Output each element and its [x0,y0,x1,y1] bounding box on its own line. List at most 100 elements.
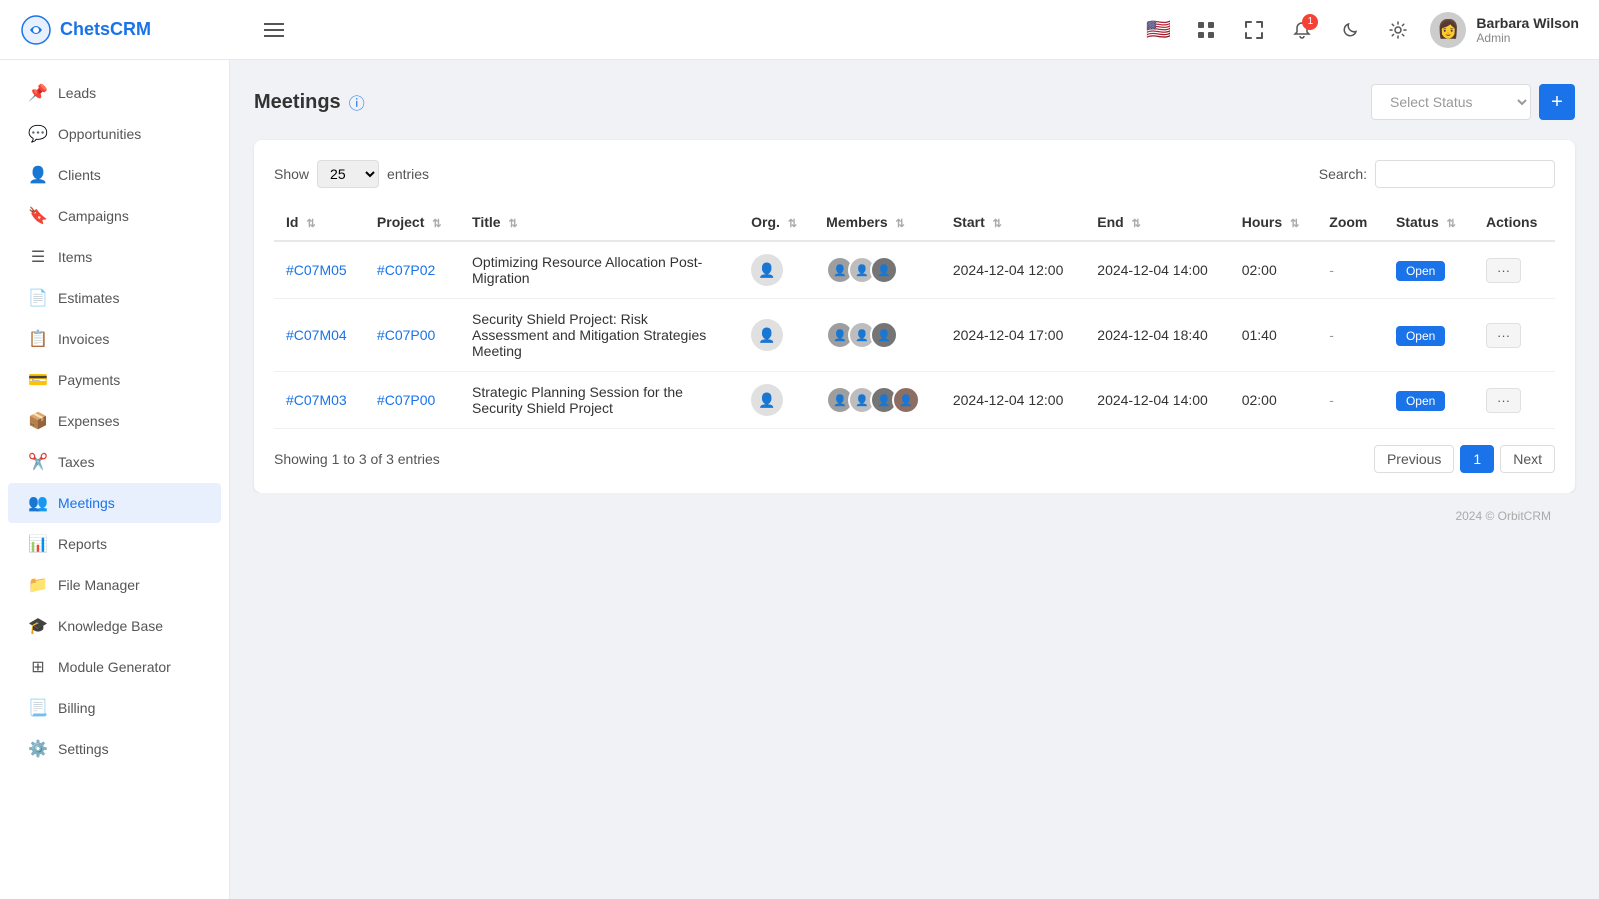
project-link[interactable]: #C07P00 [377,327,435,343]
cell-org: 👤 [739,372,814,429]
search-input[interactable] [1375,160,1555,188]
member-avatar: 👤 [870,256,898,284]
meetings-table: Id ⇅Project ⇅Title ⇅Org. ⇅Members ⇅Start… [274,204,1555,429]
sidebar: 📌Leads💬Opportunities👤Clients🔖Campaigns☰I… [0,60,230,899]
cell-project: #C07P02 [365,241,460,299]
sidebar-item-taxes[interactable]: ✂️Taxes [8,442,221,482]
settings-icon[interactable] [1382,14,1414,46]
col-members[interactable]: Members ⇅ [814,204,941,241]
action-button[interactable]: ··· [1486,388,1521,413]
meetings-card: Show 102550100 entries Search: Id ⇅Proje… [254,140,1575,493]
main-layout: 📌Leads💬Opportunities👤Clients🔖Campaigns☰I… [0,60,1599,899]
cell-project: #C07P00 [365,372,460,429]
col-start[interactable]: Start ⇅ [941,204,1085,241]
clients-icon: 👤 [28,165,48,185]
project-link[interactable]: #C07P00 [377,392,435,408]
sidebar-item-leads[interactable]: 📌Leads [8,73,221,113]
hamburger-menu[interactable] [260,19,288,41]
billing-icon: 📃 [28,698,48,718]
apps-icon[interactable] [1190,14,1222,46]
cell-start: 2024-12-04 12:00 [941,241,1085,299]
sidebar-item-file-manager[interactable]: 📁File Manager [8,565,221,605]
col-id[interactable]: Id ⇅ [274,204,365,241]
info-icon[interactable]: ⓘ [349,90,365,114]
meeting-id-link[interactable]: #C07M03 [286,392,347,408]
logo-icon [20,14,52,46]
sort-icon-id: ⇅ [306,218,315,230]
col-project[interactable]: Project ⇅ [365,204,460,241]
app-logo[interactable]: ChetsCRM [20,14,240,46]
col-title[interactable]: Title ⇅ [460,204,739,241]
sidebar-label-invoices: Invoices [58,331,109,347]
col-status[interactable]: Status ⇅ [1384,204,1474,241]
table-controls: Show 102550100 entries Search: [274,160,1555,188]
sidebar-item-settings[interactable]: ⚙️Settings [8,729,221,769]
sidebar-item-reports[interactable]: 📊Reports [8,524,221,564]
sidebar-item-clients[interactable]: 👤Clients [8,155,221,195]
fullscreen-icon[interactable] [1238,14,1270,46]
col-end[interactable]: End ⇅ [1085,204,1229,241]
cell-hours: 02:00 [1230,372,1318,429]
cell-project: #C07P00 [365,299,460,372]
cell-actions: ··· [1474,241,1555,299]
add-meeting-button[interactable]: + [1539,84,1575,120]
footer: 2024 © OrbitCRM [254,493,1575,539]
sidebar-item-meetings[interactable]: 👥Meetings [8,483,221,523]
sidebar-item-module-generator[interactable]: ⊞Module Generator [8,647,221,687]
org-avatar: 👤 [751,384,783,416]
sidebar-item-campaigns[interactable]: 🔖Campaigns [8,196,221,236]
col-actions: Actions [1474,204,1555,241]
theme-toggle-icon[interactable] [1334,14,1366,46]
user-profile[interactable]: 👩 Barbara Wilson Admin [1430,12,1579,48]
cell-id: #C07M03 [274,372,365,429]
sidebar-item-invoices[interactable]: 📋Invoices [8,319,221,359]
sidebar-label-billing: Billing [58,700,95,716]
cell-end: 2024-12-04 14:00 [1085,241,1229,299]
file-manager-icon: 📁 [28,575,48,595]
sidebar-item-billing[interactable]: 📃 Billing [8,688,221,728]
sidebar-item-items[interactable]: ☰Items [8,237,221,277]
cell-title: Strategic Planning Session for the Secur… [460,372,739,429]
action-button[interactable]: ··· [1486,323,1521,348]
leads-icon: 📌 [28,83,48,103]
pagination-area: Showing 1 to 3 of 3 entries Previous 1 N… [274,445,1555,473]
member-avatar: 👤 [870,321,898,349]
sidebar-item-knowledge-base[interactable]: 🎓Knowledge Base [8,606,221,646]
sidebar-item-estimates[interactable]: 📄Estimates [8,278,221,318]
table-row: #C07M04 #C07P00 Security Shield Project: R… [274,299,1555,372]
cell-end: 2024-12-04 18:40 [1085,299,1229,372]
org-avatar: 👤 [751,319,783,351]
pagination-controls: Previous 1 Next [1374,445,1555,473]
cell-title: Security Shield Project: Risk Assessment… [460,299,739,372]
table-row: #C07M05 #C07P02 Optimizing Resource Alloca… [274,241,1555,299]
cell-start: 2024-12-04 17:00 [941,299,1085,372]
sort-icon-project: ⇅ [432,218,441,230]
entries-select[interactable]: 102550100 [317,160,379,188]
page-1-button[interactable]: 1 [1460,445,1494,473]
meeting-id-link[interactable]: #C07M05 [286,262,347,278]
cell-end: 2024-12-04 14:00 [1085,372,1229,429]
payments-icon: 💳 [28,370,48,390]
notifications-icon[interactable]: 1 [1286,14,1318,46]
next-button[interactable]: Next [1500,445,1555,473]
sidebar-item-opportunities[interactable]: 💬Opportunities [8,114,221,154]
estimates-icon: 📄 [28,288,48,308]
sort-icon-members: ⇅ [896,218,905,230]
settings-icon: ⚙️ [28,739,48,759]
meetings-icon: 👥 [28,493,48,513]
main-content: Meetings ⓘ Select Status Open Closed + S… [230,60,1599,899]
cell-status: Open [1384,241,1474,299]
action-button[interactable]: ··· [1486,258,1521,283]
project-link[interactable]: #C07P02 [377,262,435,278]
cell-title: Optimizing Resource Allocation Post-Migr… [460,241,739,299]
status-select[interactable]: Select Status Open Closed [1371,84,1531,120]
meeting-id-link[interactable]: #C07M04 [286,327,347,343]
language-flag[interactable]: 🇺🇸 [1142,14,1174,46]
sidebar-label-opportunities: Opportunities [58,126,141,142]
sidebar-item-expenses[interactable]: 📦Expenses [8,401,221,441]
sidebar-label-knowledge-base: Knowledge Base [58,618,163,634]
col-hours[interactable]: Hours ⇅ [1230,204,1318,241]
sidebar-item-payments[interactable]: 💳Payments [8,360,221,400]
col-org[interactable]: Org. ⇅ [739,204,814,241]
previous-button[interactable]: Previous [1374,445,1454,473]
